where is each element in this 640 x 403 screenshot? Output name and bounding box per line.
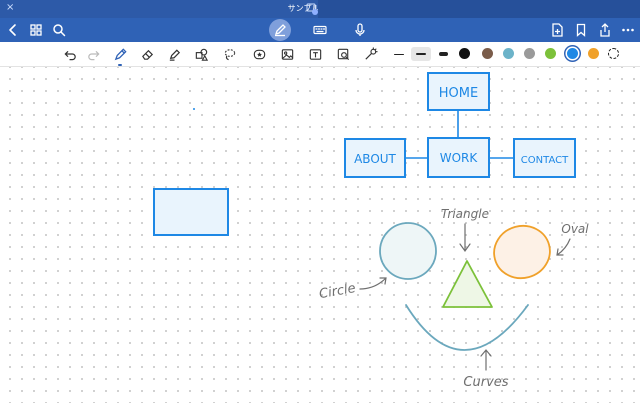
custom-color-picker-icon[interactable] <box>608 48 619 59</box>
eraser-icon[interactable] <box>138 45 156 63</box>
color-swatch-blue[interactable] <box>567 48 578 59</box>
orange-oval-shape[interactable] <box>488 220 556 285</box>
highlighter-icon[interactable] <box>165 45 183 63</box>
color-swatch-brown[interactable] <box>482 48 493 59</box>
blue-rectangle-shape[interactable] <box>153 188 229 236</box>
textbox-icon[interactable] <box>306 45 324 63</box>
pen-icon <box>274 24 286 37</box>
lasso-icon[interactable] <box>220 45 238 63</box>
tool-bar <box>0 42 640 67</box>
ink-dot <box>193 108 195 110</box>
node-work[interactable]: WORK <box>427 137 490 178</box>
laser-pointer-icon[interactable] <box>361 45 379 63</box>
note-canvas[interactable]: HOME ABOUT WORK CONTACT Triangle Oval Ci… <box>0 67 640 403</box>
node-work-label: WORK <box>440 151 479 165</box>
curves-annotation: Curves <box>463 375 508 390</box>
node-contact[interactable]: CONTACT <box>513 138 576 178</box>
pen-mode-button[interactable] <box>269 19 291 41</box>
curves-arrow-icon <box>480 349 492 371</box>
window-badge-icon <box>312 9 318 15</box>
teal-circle-shape[interactable] <box>379 222 437 280</box>
back-icon[interactable] <box>4 21 22 39</box>
title-bar-right <box>318 0 640 18</box>
oval-arrow-icon <box>556 238 571 256</box>
shapes-icon[interactable] <box>192 45 210 63</box>
thickness-thin-option[interactable] <box>389 47 409 61</box>
node-home[interactable]: HOME <box>427 72 490 111</box>
green-triangle-shape[interactable] <box>442 260 493 308</box>
navigation-bar <box>0 18 640 42</box>
undo-icon[interactable] <box>61 45 79 63</box>
image-icon[interactable] <box>278 45 296 63</box>
oval-annotation: Oval <box>561 222 589 236</box>
redo-icon[interactable] <box>84 45 102 63</box>
node-about[interactable]: ABOUT <box>344 138 406 178</box>
add-page-icon[interactable] <box>548 21 566 39</box>
bookmark-icon[interactable] <box>572 21 590 39</box>
grid-icon[interactable] <box>27 21 45 39</box>
color-swatch-orange[interactable] <box>588 48 599 59</box>
title-bar: × サンプルノート⌄ <box>0 0 640 18</box>
color-swatch-green[interactable] <box>545 48 556 59</box>
search-icon[interactable] <box>50 21 68 39</box>
circle-annotation: Circle <box>318 281 357 302</box>
color-swatch-gray[interactable] <box>524 48 535 59</box>
node-home-label: HOME <box>439 86 478 101</box>
color-swatch-teal[interactable] <box>503 48 514 59</box>
teal-curve-shape[interactable] <box>405 304 529 351</box>
canvas-drawing: HOME ABOUT WORK CONTACT Triangle Oval Ci… <box>153 72 589 390</box>
triangle-annotation: Triangle <box>441 207 489 221</box>
microphone-icon[interactable] <box>351 21 369 39</box>
thickness-medium-option[interactable] <box>411 47 431 61</box>
triangle-arrow-icon <box>459 223 471 253</box>
share-icon[interactable] <box>596 21 614 39</box>
pen-tool-icon[interactable] <box>111 45 129 66</box>
sticker-icon[interactable] <box>250 45 268 63</box>
zoom-window-icon[interactable] <box>334 45 352 63</box>
color-swatch-black[interactable] <box>459 48 470 59</box>
keyboard-icon[interactable] <box>311 21 329 39</box>
thickness-thick-option[interactable] <box>433 47 453 61</box>
circle-arrow-icon <box>359 277 387 290</box>
node-contact-label: CONTACT <box>521 155 569 166</box>
more-icon[interactable] <box>619 21 637 39</box>
node-about-label: ABOUT <box>354 152 396 166</box>
